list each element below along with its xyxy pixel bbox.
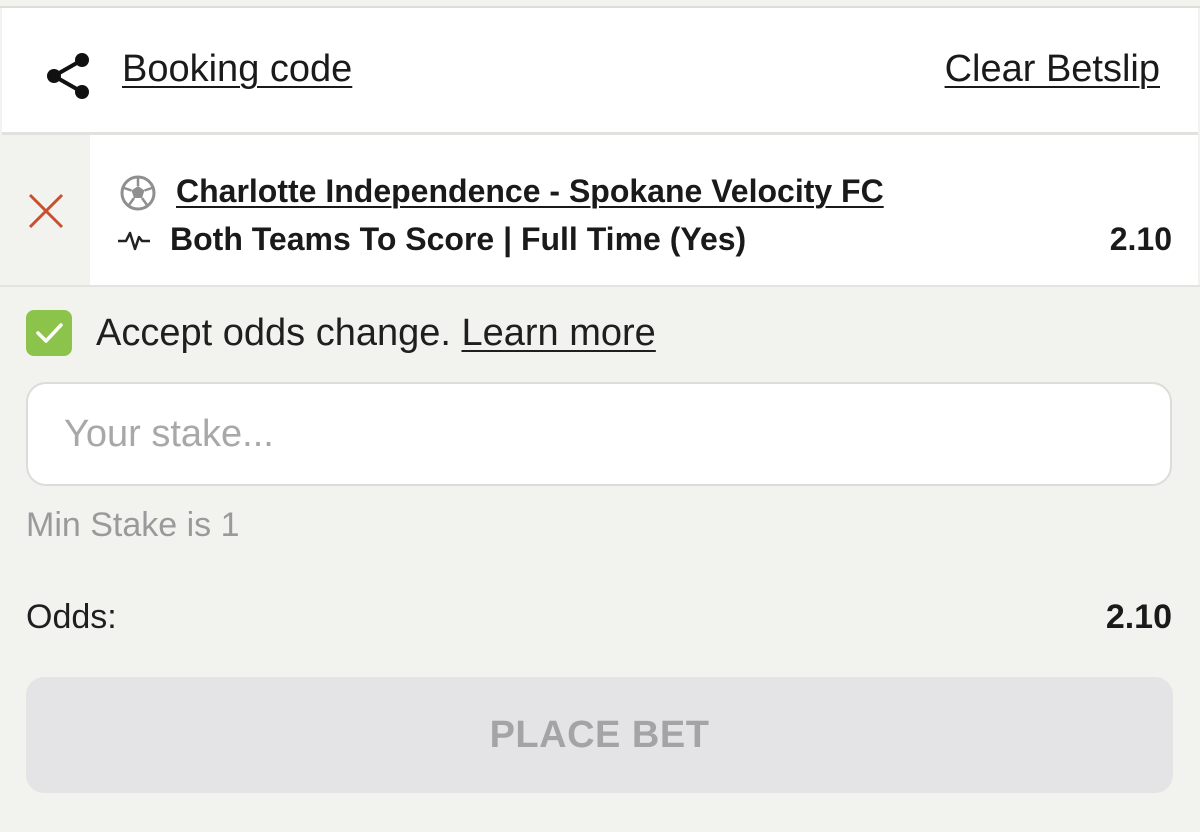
soccer-ball-icon: [120, 175, 156, 211]
min-stake-hint: Min Stake is 1: [26, 506, 240, 544]
match-name-link[interactable]: Charlotte Independence - Spokane Velocit…: [176, 173, 884, 210]
betslip-header: Booking code Clear Betslip: [2, 8, 1198, 135]
activity-pulse-icon: [118, 231, 150, 251]
market-label: Both Teams To Score | Full Time (Yes): [170, 221, 747, 257]
bet-card: Charlotte Independence - Spokane Velocit…: [90, 135, 1198, 285]
checkmark-icon: [36, 323, 63, 343]
total-odds-label: Odds:: [26, 598, 117, 636]
accept-odds-label: Accept odds change.: [96, 312, 451, 354]
clear-betslip-link[interactable]: Clear Betslip: [945, 48, 1160, 91]
selection-odds: 2.10: [1109, 221, 1172, 257]
accept-odds-text: Accept odds change. Learn more: [96, 312, 656, 355]
close-icon[interactable]: [24, 189, 68, 233]
total-odds-value: 2.10: [1105, 598, 1172, 636]
place-bet-button[interactable]: PLACE BET: [26, 677, 1173, 793]
bet-selection-row: Charlotte Independence - Spokane Velocit…: [0, 135, 1200, 287]
share-icon[interactable]: [42, 52, 94, 100]
top-divider: [0, 0, 1200, 8]
accept-odds-checkbox[interactable]: [26, 310, 72, 356]
booking-code-link[interactable]: Booking code: [122, 48, 352, 91]
learn-more-link[interactable]: Learn more: [461, 312, 655, 354]
stake-input[interactable]: [26, 382, 1172, 486]
